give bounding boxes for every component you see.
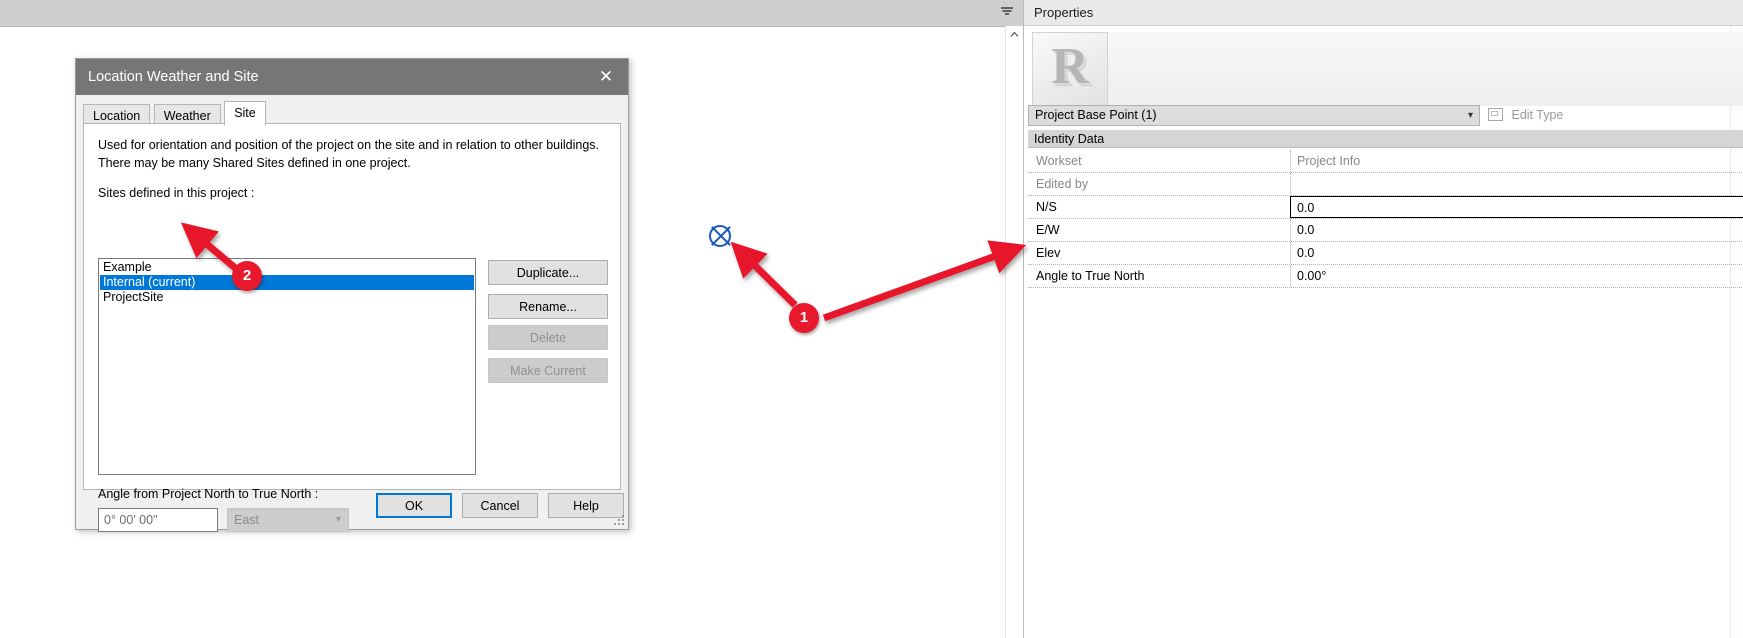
annotation-badge-2: 2 xyxy=(232,261,262,291)
list-item[interactable]: Example xyxy=(100,260,474,275)
make-current-button: Make Current xyxy=(488,358,608,383)
property-name: Elev xyxy=(1036,246,1061,260)
properties-table: Workset Project Info Edited by N/S 0.0 E… xyxy=(1028,150,1743,288)
property-value[interactable]: 0.0 xyxy=(1290,219,1743,241)
list-item[interactable]: Internal (current) xyxy=(100,275,474,290)
duplicate-button[interactable]: Duplicate... xyxy=(488,260,608,285)
property-name: Edited by xyxy=(1036,177,1089,191)
revit-r-logo-icon: R xyxy=(1032,32,1108,106)
site-action-buttons: Duplicate... Rename... Delete Make Curre… xyxy=(488,260,608,392)
table-row[interactable]: Elev 0.0 xyxy=(1028,242,1743,265)
canvas-top-strip xyxy=(0,0,1023,27)
table-row[interactable]: Angle to True North 0.00° xyxy=(1028,265,1743,288)
table-row[interactable]: Workset Project Info xyxy=(1028,150,1743,173)
table-row[interactable]: E/W 0.0 xyxy=(1028,219,1743,242)
property-value xyxy=(1290,173,1743,195)
properties-panel: Properties ▲ ▼ R Project Base Point (1) … xyxy=(1023,0,1743,638)
chevron-down-icon: ▾ xyxy=(1467,110,1473,121)
property-value[interactable]: 0.0 xyxy=(1290,242,1743,264)
property-name: Angle to True North xyxy=(1036,269,1145,283)
type-selector-value: Project Base Point (1) xyxy=(1035,108,1157,122)
list-item[interactable]: ProjectSite xyxy=(100,290,474,305)
property-name: E/W xyxy=(1036,223,1060,237)
chevron-up-icon[interactable] xyxy=(1006,28,1023,44)
identity-data-group-header: Identity Data xyxy=(1028,130,1743,148)
dialog-footer: OK Cancel Help xyxy=(76,493,628,529)
drawing-canvas[interactable]: Location Weather and Site ✕ Location Wea… xyxy=(0,0,1023,638)
edit-type-icon xyxy=(1488,108,1503,121)
canvas-scrollbar[interactable] xyxy=(1005,26,1023,638)
edit-type-button: Edit Type xyxy=(1488,105,1563,126)
resize-grip-icon[interactable] xyxy=(614,515,626,527)
table-row[interactable]: Edited by xyxy=(1028,173,1743,196)
site-description: Used for orientation and position of the… xyxy=(98,138,600,170)
properties-scrollbar[interactable]: ▲ ▼ xyxy=(1730,26,1743,638)
location-weather-site-dialog[interactable]: Location Weather and Site ✕ Location Wea… xyxy=(75,58,629,532)
sites-list-label: Sites defined in this project : xyxy=(98,186,255,200)
ok-button[interactable]: OK xyxy=(376,493,452,518)
properties-header: Properties xyxy=(1024,0,1743,26)
dialog-title-bar: Location Weather and Site xyxy=(76,59,628,95)
rename-button[interactable]: Rename... xyxy=(488,294,608,319)
tab-site[interactable]: Site xyxy=(224,101,266,126)
site-tab-panel: Used for orientation and position of the… xyxy=(83,123,621,532)
project-base-point-marker-icon[interactable] xyxy=(709,225,733,249)
application-window: Location Weather and Site ✕ Location Wea… xyxy=(0,0,1743,638)
thumbnail-band xyxy=(1108,32,1743,106)
help-button[interactable]: Help xyxy=(548,493,624,518)
dialog-tabs: Location Weather Site xyxy=(83,101,266,126)
dialog-title-text: Location Weather and Site xyxy=(88,69,259,85)
collapse-arrow-icon[interactable] xyxy=(999,5,1015,21)
property-value[interactable]: 0.0 xyxy=(1290,196,1743,218)
property-name: Workset xyxy=(1036,154,1082,168)
sites-listbox[interactable]: Example Internal (current) ProjectSite xyxy=(98,258,476,475)
property-name: N/S xyxy=(1036,200,1057,214)
type-selector-combobox[interactable]: Project Base Point (1) ▾ xyxy=(1028,105,1480,126)
property-value: Project Info xyxy=(1290,150,1743,172)
cancel-button[interactable]: Cancel xyxy=(462,493,538,518)
annotation-badge-1: 1 xyxy=(789,303,819,333)
delete-button: Delete xyxy=(488,325,608,350)
property-value[interactable]: 0.00° xyxy=(1290,265,1743,287)
table-row[interactable]: N/S 0.0 xyxy=(1028,196,1743,219)
close-icon[interactable]: ✕ xyxy=(584,59,628,95)
revit-r-glyph: R xyxy=(1051,38,1089,95)
edit-type-label: Edit Type xyxy=(1511,108,1564,122)
